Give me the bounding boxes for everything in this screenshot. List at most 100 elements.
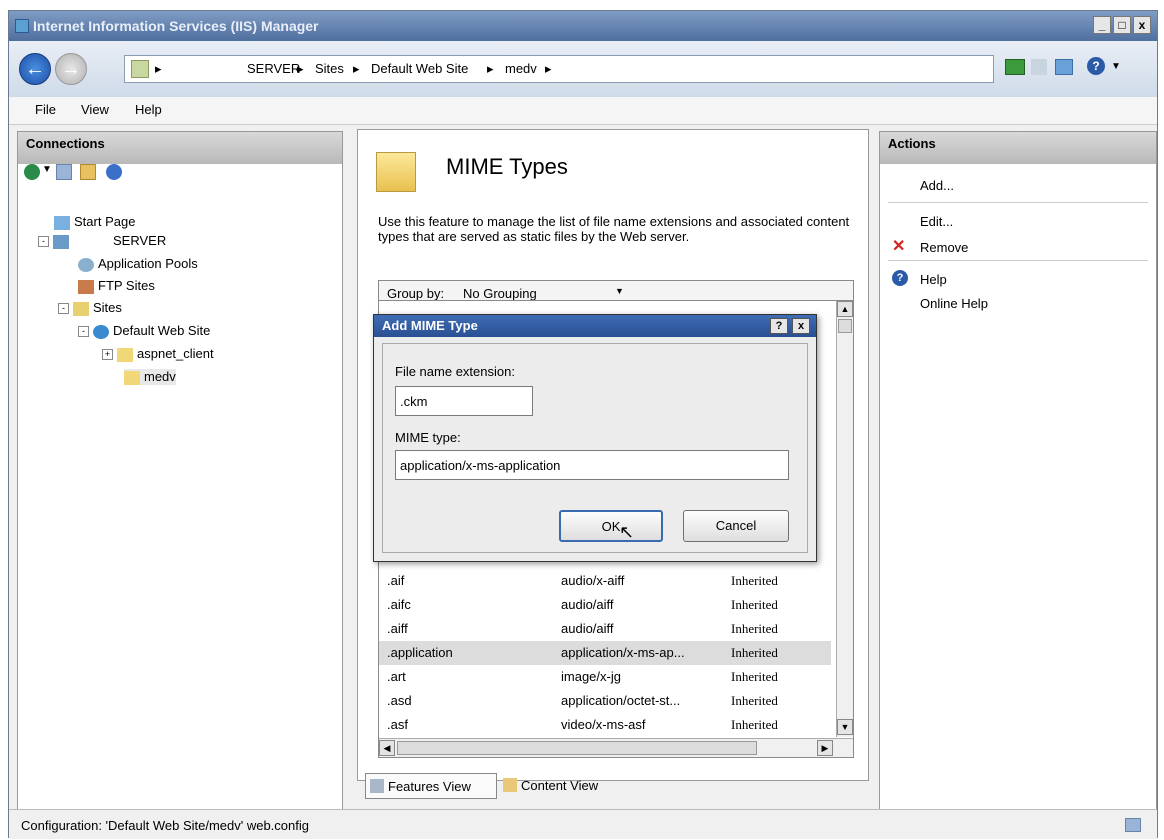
tree-server[interactable]: - SERVER xyxy=(38,233,166,249)
dialog-help-button[interactable]: ? xyxy=(770,318,788,334)
table-row-selected[interactable]: .application application/x-ms-ap... Inhe… xyxy=(379,641,831,665)
tree-sites[interactable]: - Sites xyxy=(58,300,122,316)
mime-type-label: MIME type: xyxy=(395,430,461,445)
action-edit[interactable]: Edit... xyxy=(920,214,953,229)
dialog-title: Add MIME Type xyxy=(382,318,478,333)
tree-label: Default Web Site xyxy=(113,323,211,338)
table-row[interactable]: .asf video/x-ms-asf Inherited xyxy=(379,713,831,737)
up-level-icon[interactable] xyxy=(80,164,96,180)
scroll-left-icon[interactable]: ◀ xyxy=(379,740,395,756)
tree-label: Start Page xyxy=(74,214,136,229)
cancel-button[interactable]: Cancel xyxy=(683,510,789,542)
folder-icon xyxy=(117,347,133,362)
help-icon[interactable]: ? xyxy=(1087,57,1105,75)
horizontal-scrollbar[interactable]: ◀ ▶ xyxy=(379,738,853,757)
sites-folder-icon xyxy=(73,301,89,316)
cell-mime-type: image/x-jg xyxy=(561,669,621,684)
window-title: Internet Information Services (IIS) Mana… xyxy=(33,18,319,34)
help-icon[interactable]: ? xyxy=(892,270,908,286)
collapse-icon[interactable]: - xyxy=(58,303,69,315)
vertical-scrollbar[interactable]: ▲ ▼ xyxy=(836,301,853,737)
dialog-close-button[interactable]: x xyxy=(792,318,810,334)
content-view-icon xyxy=(503,778,517,792)
action-help[interactable]: Help xyxy=(920,272,947,287)
tab-content-view[interactable]: Content View xyxy=(499,773,619,799)
tree-label: Sites xyxy=(93,300,122,315)
scroll-right-icon[interactable]: ▶ xyxy=(817,740,833,756)
maximize-button[interactable]: □ xyxy=(1113,16,1131,34)
crumb-separator-icon: ▸ xyxy=(353,61,360,76)
address-bar[interactable]: ▸ SERVER ▸ Sites ▸ Default Web Site ▸ me… xyxy=(124,55,994,83)
expand-icon[interactable]: + xyxy=(102,349,113,361)
action-add[interactable]: Add... xyxy=(920,178,954,193)
tab-label: Features View xyxy=(388,779,471,794)
cell-entry-type: Inherited xyxy=(731,717,778,732)
action-online-help[interactable]: Online Help xyxy=(920,296,988,311)
menu-help[interactable]: Help xyxy=(135,102,162,117)
status-text: Configuration: 'Default Web Site/medv' w… xyxy=(21,818,309,833)
tab-features-view[interactable]: Features View xyxy=(365,773,497,799)
tree-aspnet-client[interactable]: + aspnet_client xyxy=(102,346,214,362)
actions-panel: Actions Add... Edit... ✕ Remove ? Help O… xyxy=(879,131,1157,811)
refresh-icon[interactable] xyxy=(1055,59,1073,75)
menu-bar: File View Help xyxy=(9,97,1157,125)
mime-type-input[interactable] xyxy=(395,450,789,480)
iis-app-icon xyxy=(15,19,29,33)
cell-entry-type: Inherited xyxy=(731,597,778,612)
group-by-select[interactable]: No Grouping xyxy=(463,286,537,301)
cell-mime-type: application/octet-st... xyxy=(561,693,681,708)
crumb-sites[interactable]: Sites xyxy=(315,61,344,76)
menu-file[interactable]: File xyxy=(35,102,56,117)
crumb-server[interactable]: SERVER xyxy=(247,61,300,76)
scroll-thumb[interactable] xyxy=(397,741,757,755)
back-button[interactable]: ← xyxy=(19,53,51,85)
disconnect-icon[interactable] xyxy=(106,164,122,180)
cell-mime-type: audio/aiff xyxy=(561,621,614,636)
cell-mime-type: audio/aiff xyxy=(561,597,614,612)
divider xyxy=(888,202,1148,203)
crumb-default-web-site[interactable]: Default Web Site xyxy=(371,61,468,76)
dialog-title-bar: Add MIME Type xyxy=(374,315,816,337)
save-icon[interactable] xyxy=(56,164,72,180)
tree-default-web-site[interactable]: - Default Web Site xyxy=(78,323,210,339)
table-row[interactable]: .aif audio/x-aiff Inherited xyxy=(379,569,831,593)
connect-globe-icon[interactable] xyxy=(24,164,40,180)
action-remove[interactable]: Remove xyxy=(920,240,968,255)
chevron-down-icon[interactable]: ▼ xyxy=(615,286,624,296)
cell-mime-type: video/x-ms-asf xyxy=(561,717,646,732)
tree-ftp-sites[interactable]: FTP Sites xyxy=(78,278,155,294)
chevron-down-icon[interactable]: ▼ xyxy=(1111,61,1121,72)
menu-view[interactable]: View xyxy=(81,102,109,117)
virtual-directory-icon xyxy=(124,370,140,385)
tree-medv[interactable]: medv xyxy=(124,369,176,385)
extension-label: File name extension: xyxy=(395,364,515,379)
table-row[interactable]: .aiff audio/aiff Inherited xyxy=(379,617,831,641)
stop-icon[interactable] xyxy=(1031,59,1047,75)
chevron-down-icon[interactable]: ▼ xyxy=(42,164,52,175)
minimize-button[interactable]: _ xyxy=(1093,16,1111,34)
features-view-icon xyxy=(370,779,384,793)
table-row[interactable]: .asd application/octet-st... Inherited xyxy=(379,689,831,713)
forward-button[interactable]: → xyxy=(55,53,87,85)
remove-icon[interactable]: ✕ xyxy=(892,236,905,256)
divider xyxy=(888,260,1148,261)
extension-input[interactable] xyxy=(395,386,533,416)
ok-button[interactable]: OK xyxy=(559,510,663,542)
connect-icon[interactable] xyxy=(1005,59,1025,75)
tree-start-page[interactable]: Start Page xyxy=(54,214,135,230)
cell-entry-type: Inherited xyxy=(731,573,778,588)
close-button[interactable]: x xyxy=(1133,16,1151,34)
arrow-left-icon: ← xyxy=(25,58,45,80)
collapse-icon[interactable]: - xyxy=(78,326,89,338)
table-row[interactable]: .aifc audio/aiff Inherited xyxy=(379,593,831,617)
crumb-medv[interactable]: medv xyxy=(505,61,537,76)
scroll-thumb[interactable] xyxy=(838,319,852,333)
tree-application-pools[interactable]: Application Pools xyxy=(78,256,198,272)
table-row[interactable]: .art image/x-jg Inherited xyxy=(379,665,831,689)
add-mime-type-dialog: Add MIME Type ? x File name extension: M… xyxy=(373,314,817,562)
address-folder-icon xyxy=(131,60,149,78)
scroll-up-icon[interactable]: ▲ xyxy=(837,301,853,317)
crumb-separator-icon: ▸ xyxy=(545,61,552,76)
scroll-down-icon[interactable]: ▼ xyxy=(837,719,853,735)
collapse-icon[interactable]: - xyxy=(38,236,49,248)
